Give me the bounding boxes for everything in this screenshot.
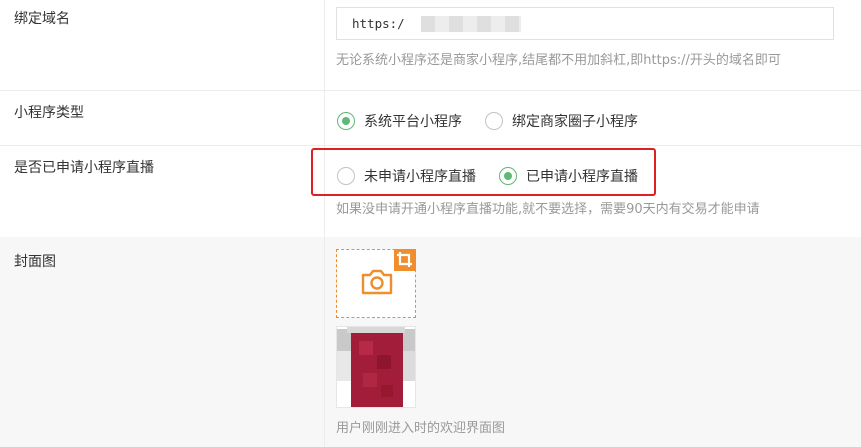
domain-hint: 无论系统小程序还是商家小程序,结尾都不用加斜杠,即https://开头的域名即可 [336, 53, 781, 68]
radio-live-not-applied[interactable]: 未申请小程序直播 [337, 165, 476, 187]
camera-icon [361, 269, 393, 295]
radio-unchecked-icon [337, 167, 355, 185]
live-row: 是否已申请小程序直播 未申请小程序直播 已申请小程序直播 如果没申请开通小程序直… [0, 145, 861, 238]
radio-checked-icon [337, 112, 355, 130]
upload-button[interactable] [336, 249, 416, 318]
radio-label: 未申请小程序直播 [364, 169, 476, 185]
radio-label: 绑定商家圈子小程序 [512, 114, 638, 130]
live-label: 是否已申请小程序直播 [14, 160, 154, 176]
radio-system-program[interactable]: 系统平台小程序 [337, 110, 462, 132]
program-type-row: 小程序类型 系统平台小程序 绑定商家圈子小程序 [0, 90, 861, 146]
radio-checked-icon [499, 167, 517, 185]
radio-label: 系统平台小程序 [364, 114, 462, 130]
radio-unchecked-icon [485, 112, 503, 130]
redacted-text [421, 16, 521, 32]
live-hint: 如果没申请开通小程序直播功能,就不要选择，需要90天内有交易才能申请 [336, 202, 760, 217]
cover-image-thumbnail [336, 326, 416, 408]
crop-button[interactable] [394, 249, 416, 271]
domain-row: 绑定域名 https:/ 无论系统小程序还是商家小程序,结尾都不用加斜杠,即ht… [0, 0, 861, 91]
cover-row: 封面图 [0, 237, 861, 447]
cover-hint: 用户刚刚进入时的欢迎界面图 [336, 421, 506, 436]
program-type-label: 小程序类型 [14, 105, 84, 121]
radio-merchant-program[interactable]: 绑定商家圈子小程序 [485, 110, 638, 132]
domain-input-value: https:/ [352, 16, 405, 31]
domain-label: 绑定域名 [14, 11, 70, 27]
crop-icon [397, 252, 412, 267]
cover-image [337, 327, 415, 407]
domain-input[interactable]: https:/ [336, 7, 834, 40]
cover-label: 封面图 [14, 254, 56, 270]
radio-live-applied[interactable]: 已申请小程序直播 [499, 165, 638, 187]
radio-label: 已申请小程序直播 [526, 169, 638, 185]
